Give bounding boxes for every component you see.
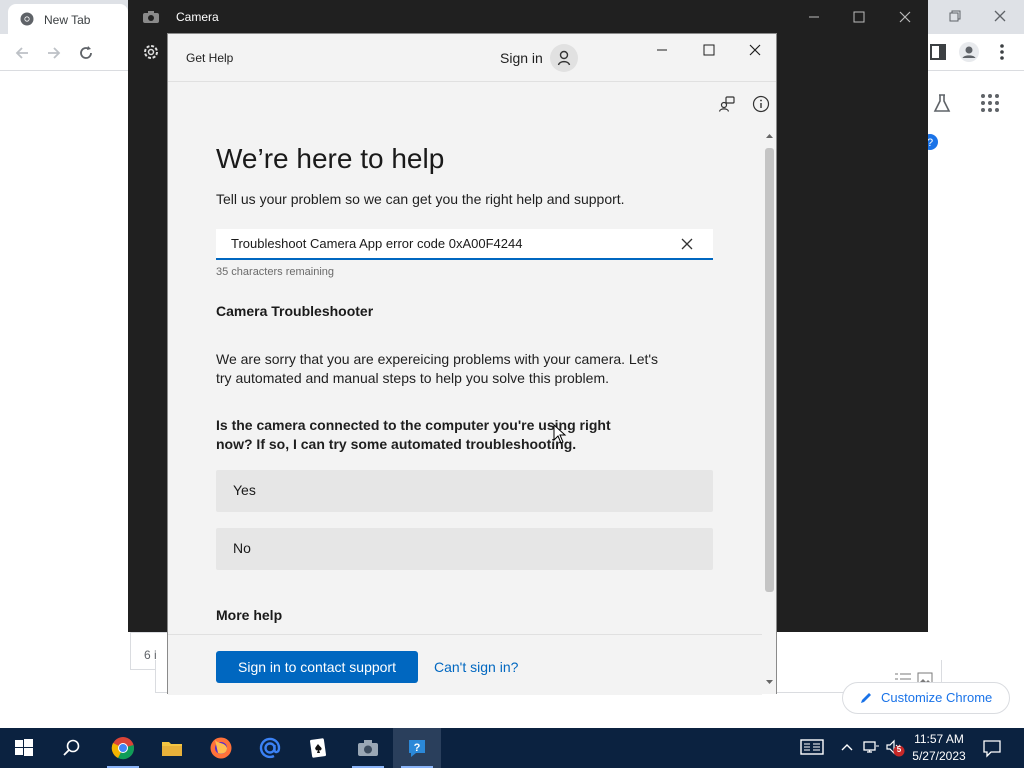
forward-arrow-icon[interactable] bbox=[43, 42, 65, 64]
reload-icon[interactable] bbox=[75, 42, 97, 64]
pencil-icon bbox=[861, 693, 871, 703]
search-icon bbox=[63, 739, 80, 756]
info-icon[interactable] bbox=[752, 95, 770, 113]
chrome-restore-icon[interactable] bbox=[944, 6, 964, 26]
get-help-minimize-icon[interactable] bbox=[654, 42, 670, 58]
sign-in-contact-support-button[interactable]: Sign in to contact support bbox=[216, 651, 418, 683]
google-apps-icon[interactable] bbox=[979, 92, 1001, 114]
chrome-menu-icon[interactable] bbox=[991, 41, 1013, 63]
get-help-close-icon[interactable] bbox=[747, 42, 763, 58]
taskbar-mail[interactable] bbox=[246, 728, 294, 768]
choice-no-button[interactable]: No bbox=[216, 528, 713, 570]
scrollbar-thumb[interactable] bbox=[765, 148, 774, 592]
get-help-title: Get Help bbox=[186, 51, 234, 65]
network-icon[interactable] bbox=[862, 738, 880, 756]
firefox-icon bbox=[210, 737, 232, 759]
back-arrow-icon[interactable] bbox=[11, 42, 33, 64]
customize-chrome-label: Customize Chrome bbox=[881, 690, 993, 705]
clock-time[interactable]: 11:57 AM bbox=[904, 732, 974, 746]
folder-icon bbox=[162, 742, 182, 756]
chrome-tab-title: New Tab bbox=[44, 13, 91, 27]
camera-window-title: Camera bbox=[176, 10, 219, 24]
characters-remaining: 35 characters remaining bbox=[216, 266, 335, 278]
problem-search-input[interactable]: Troubleshoot Camera App error code 0xA00… bbox=[216, 229, 713, 260]
get-help-window: Get Help Sign in We’re here to help Tell… bbox=[167, 33, 777, 695]
taskbar-get-help[interactable]: ? bbox=[393, 728, 441, 768]
search-button[interactable] bbox=[48, 728, 96, 768]
chrome-tab-new-tab[interactable]: New Tab bbox=[8, 4, 128, 34]
labs-flask-icon[interactable] bbox=[931, 92, 953, 114]
profile-avatar-icon[interactable] bbox=[958, 41, 980, 63]
chrome-favicon-icon bbox=[20, 12, 34, 26]
show-hidden-icons-chevron-icon[interactable] bbox=[838, 738, 856, 756]
account-avatar-icon[interactable] bbox=[550, 44, 578, 72]
vertical-scrollbar[interactable] bbox=[762, 130, 776, 694]
page-heading: We’re here to help bbox=[216, 143, 445, 174]
search-input-value[interactable]: Troubleshoot Camera App error code 0xA00… bbox=[231, 236, 522, 251]
news-widget-icon[interactable] bbox=[800, 738, 824, 756]
camera-maximize-icon[interactable] bbox=[850, 8, 868, 26]
svg-text:?: ? bbox=[414, 742, 421, 754]
taskbar-camera[interactable] bbox=[344, 728, 392, 768]
scroll-down-arrow-icon[interactable] bbox=[765, 678, 774, 686]
taskbar-file-explorer[interactable] bbox=[148, 728, 196, 768]
chrome-close-icon[interactable] bbox=[990, 6, 1010, 26]
sorry-message: We are sorry that you are expereicing pr… bbox=[216, 351, 659, 386]
mouse-cursor-icon bbox=[553, 424, 567, 444]
get-help-icon: ? bbox=[409, 740, 425, 757]
camera-icon bbox=[358, 740, 378, 756]
ntp-partial-text: 6 i bbox=[144, 648, 157, 662]
cant-sign-in-link[interactable]: Can't sign in? bbox=[434, 659, 518, 675]
troubleshooter-title: Camera Troubleshooter bbox=[216, 303, 374, 319]
get-help-footer: Sign in to contact support Can't sign in… bbox=[168, 634, 762, 695]
taskbar-chrome[interactable] bbox=[99, 728, 147, 768]
at-sign-icon bbox=[259, 737, 281, 759]
camera-app-icon bbox=[142, 10, 160, 24]
more-help-heading: More help bbox=[216, 607, 283, 623]
taskbar-firefox[interactable] bbox=[197, 728, 245, 768]
page-subtitle: Tell us your problem so we can get you t… bbox=[216, 191, 625, 207]
side-panel-icon[interactable] bbox=[927, 41, 949, 63]
windows-logo-icon bbox=[15, 739, 33, 756]
share-contact-icon[interactable] bbox=[718, 95, 736, 113]
camera-settings-gear-icon[interactable] bbox=[141, 42, 161, 62]
notification-center-icon[interactable] bbox=[982, 738, 1002, 758]
get-help-maximize-icon[interactable] bbox=[701, 42, 717, 58]
choice-yes-label: Yes bbox=[233, 482, 256, 498]
customize-chrome-button[interactable]: Customize Chrome bbox=[842, 682, 1010, 714]
scroll-up-arrow-icon[interactable] bbox=[765, 132, 774, 140]
taskbar-solitaire[interactable] bbox=[295, 728, 343, 768]
chrome-icon bbox=[111, 737, 134, 760]
camera-minimize-icon[interactable] bbox=[805, 8, 823, 26]
sign-in-link[interactable]: Sign in bbox=[500, 50, 543, 66]
notification-badge-count: 5 bbox=[896, 745, 902, 754]
cards-icon bbox=[310, 738, 326, 758]
connection-question: Is the camera connected to the computer … bbox=[216, 417, 611, 452]
clear-search-icon[interactable] bbox=[680, 237, 694, 251]
start-button[interactable] bbox=[0, 728, 48, 768]
clock-date[interactable]: 5/27/2023 bbox=[904, 749, 974, 763]
taskbar: ? 11:57 AM 5/27/2023 5 bbox=[0, 728, 1024, 768]
camera-close-icon[interactable] bbox=[896, 8, 914, 26]
choice-no-label: No bbox=[233, 540, 251, 556]
choice-yes-button[interactable]: Yes bbox=[216, 470, 713, 512]
camera-titlebar: Camera bbox=[128, 0, 928, 34]
get-help-titlebar: Get Help Sign in bbox=[168, 34, 776, 82]
